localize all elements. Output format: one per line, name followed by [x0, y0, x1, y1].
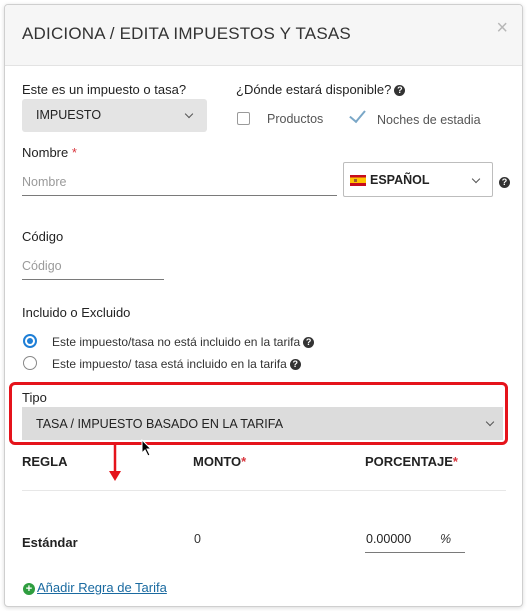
radio-not-included-label: Este impuesto/tasa no está incluido en l… [52, 335, 315, 349]
tax-type-select[interactable]: IMPUESTO [22, 99, 207, 132]
chevron-down-icon [485, 417, 495, 427]
nights-label: Noches de estadia [377, 113, 481, 127]
name-input[interactable] [22, 168, 337, 196]
language-select[interactable]: ESPAÑOL [343, 162, 493, 197]
required-mark: * [71, 145, 77, 160]
radio-not-included-text: Este impuesto/tasa no está incluido en l… [52, 335, 301, 349]
mouse-cursor-icon [141, 439, 153, 457]
column-regla: REGLA [22, 454, 68, 469]
availability-label-text: ¿Dónde estará disponible? [236, 82, 392, 97]
column-monto: MONTO* [193, 454, 246, 469]
required-mark: * [241, 454, 247, 469]
plus-icon[interactable]: + [23, 583, 35, 595]
language-value: ESPAÑOL [370, 173, 430, 187]
red-arrow-annotation [109, 443, 121, 481]
tipo-select[interactable]: TASA / IMPUESTO BASADO EN LA TARIFA [22, 407, 503, 440]
modal-title: ADICIONA / EDITA IMPUESTOS Y TASAS [22, 24, 351, 43]
name-label-text: Nombre [22, 145, 69, 160]
percent-unit: % [440, 532, 452, 546]
tax-type-value: IMPUESTO [36, 108, 102, 122]
products-label: Productos [267, 112, 324, 126]
help-icon[interactable]: ? [289, 359, 301, 371]
tipo-label: Tipo [22, 390, 47, 405]
radio-included-label: Este impuesto/ tasa está incluido en la … [52, 357, 301, 371]
radio-included[interactable] [23, 356, 37, 370]
language-help: ? [496, 174, 510, 192]
spain-flag-icon [350, 175, 366, 186]
radio-not-included[interactable] [23, 334, 37, 348]
included-label: Incluido o Excluido [22, 305, 131, 320]
rule-name: Estándar [22, 535, 78, 550]
help-icon[interactable]: ? [303, 337, 315, 349]
column-monto-text: MONTO [193, 454, 242, 469]
name-label: Nombre * [22, 145, 77, 160]
code-label: Código [22, 229, 64, 244]
radio-included-text: Este impuesto/ tasa está incluido en la … [52, 357, 287, 371]
table-divider [22, 490, 506, 491]
column-porcentaje: PORCENTAJE* [365, 454, 458, 469]
products-checkbox[interactable] [237, 112, 250, 125]
close-icon[interactable]: × [496, 18, 508, 38]
chevron-down-icon [184, 109, 194, 119]
percentage-value: 0.00000 [366, 532, 412, 546]
add-rule-link[interactable]: Añadir Regra de Tarifa [37, 580, 167, 595]
tipo-value: TASA / IMPUESTO BASADO EN LA TARIFA [36, 417, 284, 431]
column-porcentaje-text: PORCENTAJE [365, 454, 453, 469]
checkmark-icon[interactable] [349, 105, 366, 124]
help-icon[interactable]: ? [394, 85, 406, 97]
chevron-down-icon [471, 174, 481, 184]
availability-label: ¿Dónde estará disponible?? [236, 82, 406, 97]
code-input[interactable] [22, 252, 164, 280]
help-icon[interactable]: ? [499, 177, 510, 189]
tax-modal: ADICIONA / EDITA IMPUESTOS Y TASAS × Est… [4, 4, 523, 607]
percentage-input[interactable]: 0.00000 % [365, 521, 465, 553]
tax-type-label: Este es un impuesto o tasa? [22, 82, 187, 97]
required-mark: * [452, 454, 458, 469]
modal-header: ADICIONA / EDITA IMPUESTOS Y TASAS × [5, 5, 522, 66]
amount-value[interactable]: 0 [194, 532, 201, 546]
